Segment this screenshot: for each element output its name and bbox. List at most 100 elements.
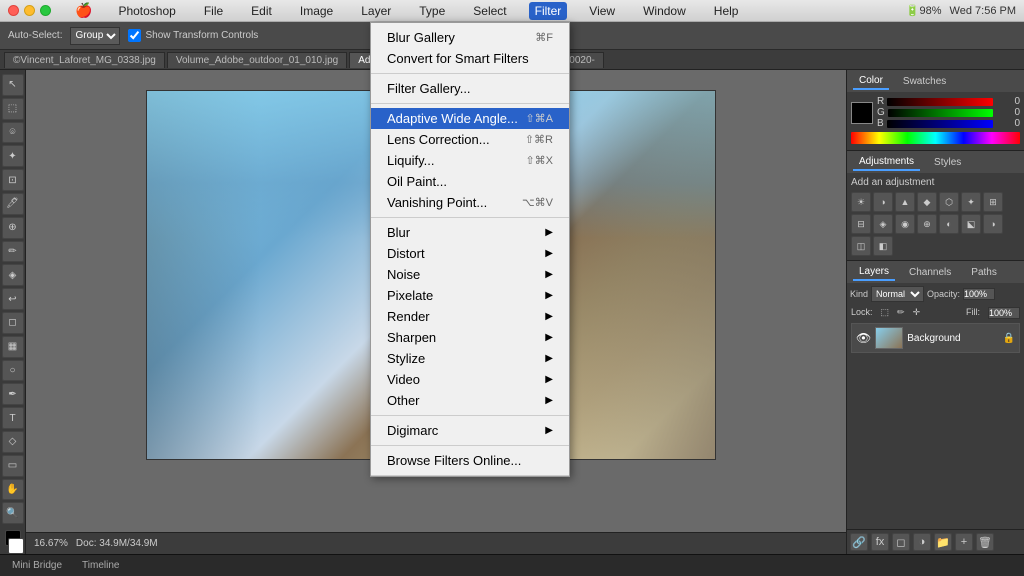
adj-threshold[interactable]: ◑ — [983, 214, 1003, 234]
filter-blur-gallery[interactable]: Blur Gallery ⌘F — [371, 27, 569, 48]
tool-hand[interactable]: ✋ — [2, 479, 24, 501]
tool-type[interactable]: T — [2, 407, 24, 429]
menu-type[interactable]: Type — [413, 2, 451, 20]
new-group-button[interactable]: 📁 — [934, 533, 952, 551]
opacity-input[interactable] — [963, 288, 995, 300]
tool-brush[interactable]: ✏ — [2, 241, 24, 263]
adj-posterize[interactable]: ⬕ — [961, 214, 981, 234]
menu-image[interactable]: Image — [294, 2, 339, 20]
add-style-button[interactable]: fx — [871, 533, 889, 551]
tool-history[interactable]: ↩ — [2, 288, 24, 310]
blend-mode-dropdown[interactable]: Normal Multiply Screen — [871, 286, 924, 302]
tab-layers[interactable]: Layers — [853, 264, 895, 281]
filter-pixelate[interactable]: Pixelate ▶ — [371, 285, 569, 306]
filter-digimarc[interactable]: Digimarc ▶ — [371, 420, 569, 441]
adj-channelmixer[interactable]: ◉ — [895, 214, 915, 234]
adj-brightness[interactable]: ☀ — [851, 192, 871, 212]
adj-hue[interactable]: ⬡ — [939, 192, 959, 212]
apple-menu[interactable]: 🍎 — [75, 2, 92, 19]
menu-file[interactable]: File — [198, 2, 229, 20]
tab-paths[interactable]: Paths — [965, 265, 1003, 280]
filter-lens-correction[interactable]: Lens Correction... ⇧⌘R — [371, 129, 569, 150]
tab-color[interactable]: Color — [853, 73, 889, 90]
layer-visibility-icon[interactable]: 👁 — [856, 331, 871, 345]
tab-timeline[interactable]: Timeline — [78, 558, 123, 573]
delete-layer-button[interactable]: 🗑 — [976, 533, 994, 551]
fill-input[interactable] — [988, 307, 1020, 319]
tool-wand[interactable]: ✦ — [2, 145, 24, 167]
filter-gallery[interactable]: Filter Gallery... — [371, 78, 569, 99]
background-color[interactable] — [8, 538, 24, 554]
adj-colorlookup[interactable]: ⊕ — [917, 214, 937, 234]
menu-select[interactable]: Select — [467, 2, 512, 20]
link-layers-button[interactable]: 🔗 — [850, 533, 868, 551]
menu-help[interactable]: Help — [708, 2, 745, 20]
lock-image[interactable]: ✏ — [897, 307, 905, 319]
tab-channels[interactable]: Channels — [903, 265, 957, 280]
layer-background[interactable]: 👁 Background 🔒 — [851, 323, 1020, 353]
adj-saturation[interactable]: ✦ — [961, 192, 981, 212]
filter-stylize[interactable]: Stylize ▶ — [371, 348, 569, 369]
new-layer-button[interactable]: + — [955, 533, 973, 551]
adj-selective-color[interactable]: ◧ — [873, 236, 893, 256]
menu-edit[interactable]: Edit — [245, 2, 278, 20]
adj-invert[interactable]: ◐ — [939, 214, 959, 234]
auto-select-dropdown[interactable]: Group Layer — [70, 27, 120, 45]
adj-photofilter[interactable]: ◈ — [873, 214, 893, 234]
adj-blackwhite[interactable]: ⊟ — [851, 214, 871, 234]
menu-layer[interactable]: Layer — [355, 2, 397, 20]
filter-video[interactable]: Video ▶ — [371, 369, 569, 390]
filter-oil-paint[interactable]: Oil Paint... — [371, 171, 569, 192]
maximize-button[interactable] — [40, 5, 51, 16]
new-fill-button[interactable]: ◑ — [913, 533, 931, 551]
filter-noise[interactable]: Noise ▶ — [371, 264, 569, 285]
filter-liquify[interactable]: Liquify... ⇧⌘X — [371, 150, 569, 171]
tool-crop[interactable]: ⊡ — [2, 169, 24, 191]
tool-stamp[interactable]: ◈ — [2, 264, 24, 286]
filter-vanishing-point[interactable]: Vanishing Point... ⌥⌘V — [371, 192, 569, 213]
lock-transparent[interactable]: ⬚ — [881, 307, 890, 319]
filter-distort[interactable]: Distort ▶ — [371, 243, 569, 264]
filter-convert-smart[interactable]: Convert for Smart Filters — [371, 48, 569, 69]
tool-shape[interactable]: ▭ — [2, 455, 24, 477]
adj-colorbalance[interactable]: ⊞ — [983, 192, 1003, 212]
tab-volume[interactable]: Volume_Adobe_outdoor_01_010.jpg — [167, 52, 347, 68]
close-button[interactable] — [8, 5, 19, 16]
tool-pen[interactable]: ✒ — [2, 383, 24, 405]
spectrum-bar[interactable] — [851, 132, 1020, 144]
tool-eraser[interactable]: ◻ — [2, 312, 24, 334]
tool-gradient[interactable]: ▦ — [2, 336, 24, 358]
tool-dodge[interactable]: ○ — [2, 360, 24, 382]
filter-render[interactable]: Render ▶ — [371, 306, 569, 327]
tab-styles[interactable]: Styles — [928, 155, 967, 170]
filter-sharpen[interactable]: Sharpen ▶ — [371, 327, 569, 348]
menu-window[interactable]: Window — [637, 2, 692, 20]
tab-vincent[interactable]: ©Vincent_Laforet_MG_0338.jpg — [4, 52, 165, 68]
adj-levels[interactable]: ◑ — [873, 192, 893, 212]
tab-swatches[interactable]: Swatches — [897, 74, 952, 89]
transform-controls-toggle[interactable]: Show Transform Controls — [128, 29, 258, 42]
lock-position[interactable]: ✛ — [913, 307, 921, 319]
menu-filter[interactable]: Filter — [529, 2, 568, 20]
channel-b-bar[interactable] — [887, 120, 993, 128]
menu-view[interactable]: View — [583, 2, 621, 20]
tool-select[interactable]: ⬚ — [2, 98, 24, 120]
filter-browse-online[interactable]: Browse Filters Online... — [371, 450, 569, 471]
tool-move[interactable]: ↖ — [2, 74, 24, 96]
tab-mini-bridge[interactable]: Mini Bridge — [8, 558, 66, 573]
filter-blur[interactable]: Blur ▶ — [371, 222, 569, 243]
tool-eyedropper[interactable]: 🖊 — [2, 193, 24, 215]
filter-adaptive-wide-angle[interactable]: Adaptive Wide Angle... ⇧⌘A — [371, 108, 569, 129]
adj-exposure[interactable]: ◆ — [917, 192, 937, 212]
tool-zoom[interactable]: 🔍 — [2, 502, 24, 524]
adj-gradient-map[interactable]: ◫ — [851, 236, 871, 256]
add-mask-button[interactable]: ◻ — [892, 533, 910, 551]
adj-curves[interactable]: ▲ — [895, 192, 915, 212]
channel-r-bar[interactable] — [887, 98, 993, 106]
channel-g-bar[interactable] — [888, 109, 993, 117]
filter-other[interactable]: Other ▶ — [371, 390, 569, 411]
tool-lasso[interactable]: ⌾ — [2, 122, 24, 144]
tool-path[interactable]: ◇ — [2, 431, 24, 453]
foreground-swatch[interactable] — [851, 102, 873, 124]
menu-photoshop[interactable]: Photoshop — [112, 2, 181, 20]
